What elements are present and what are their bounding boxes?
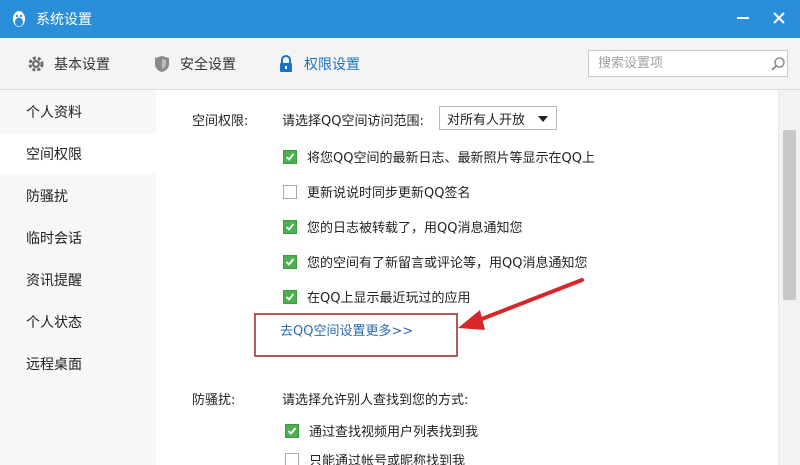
- anti-harassment-prompt: 请选择允许别人查找到您的方式:: [282, 393, 469, 408]
- option-label: 您的日志被转载了，用QQ消息通知您: [307, 221, 523, 236]
- check-icon: [285, 222, 295, 231]
- option-notify-repost[interactable]: 您的日志被转载了，用QQ消息通知您: [283, 217, 522, 236]
- check-icon: [285, 257, 295, 266]
- sidebar-item-personal-status[interactable]: 个人状态: [0, 302, 156, 342]
- gear-icon: [26, 54, 46, 74]
- search-icon[interactable]: [768, 51, 787, 76]
- close-icon: [773, 12, 785, 24]
- space-scope-value: 对所有人开放: [447, 112, 526, 128]
- sidebar-item-remote-desktop[interactable]: 远程桌面: [0, 344, 156, 384]
- option-show-latest-posts[interactable]: 将您QQ空间的最新日志、最新照片等显示在QQ上: [283, 147, 595, 166]
- tab-label: 安全设置: [180, 57, 236, 73]
- checkbox[interactable]: [283, 149, 297, 164]
- title-bar: 系统设置: [0, 0, 800, 38]
- sidebar-item-profile[interactable]: 个人资料: [0, 92, 156, 132]
- content-scrollbar[interactable]: [778, 90, 800, 465]
- sidebar-item-anti-harassment[interactable]: 防骚扰: [0, 176, 156, 216]
- annotation-arrow-icon: [458, 278, 584, 330]
- option-label: 通过查找视频用户列表找到我: [309, 425, 479, 440]
- lock-icon: [276, 54, 296, 74]
- tab-security-settings[interactable]: 安全设置: [152, 38, 236, 90]
- shield-icon: [152, 54, 172, 74]
- sidebar: 个人资料 空间权限 防骚扰 临时会话 资讯提醒 个人状态 远程桌面: [0, 90, 156, 465]
- checkbox[interactable]: [285, 423, 299, 438]
- option-label: 更新说说时同步更新QQ签名: [307, 186, 471, 201]
- settings-toolbar: 基本设置 安全设置 权限设置: [0, 38, 800, 90]
- tab-label: 权限设置: [304, 57, 360, 73]
- checkbox[interactable]: [283, 184, 297, 199]
- qq-penguin-icon: [8, 8, 30, 30]
- check-icon: [285, 152, 295, 161]
- minimize-icon: [737, 17, 749, 19]
- checkbox[interactable]: [285, 452, 299, 465]
- option-label: 您的空间有了新留言或评论等，用QQ消息通知您: [307, 256, 588, 271]
- tab-basic-settings[interactable]: 基本设置: [26, 38, 110, 90]
- space-permission-label: 空间权限:: [192, 114, 249, 129]
- option-find-by-video-list[interactable]: 通过查找视频用户列表找到我: [285, 421, 478, 440]
- minimize-button[interactable]: [730, 6, 756, 30]
- sidebar-item-news-reminder[interactable]: 资讯提醒: [0, 260, 156, 300]
- option-label: 只能通过帐号或昵称找到我: [309, 454, 466, 465]
- check-icon: [285, 292, 295, 301]
- chevron-down-icon: [538, 116, 548, 122]
- checkbox[interactable]: [283, 289, 297, 304]
- scrollbar-thumb[interactable]: [783, 130, 796, 300]
- option-find-by-account-only[interactable]: 只能通过帐号或昵称找到我: [285, 450, 465, 465]
- sidebar-item-temp-session[interactable]: 临时会话: [0, 218, 156, 258]
- anti-harassment-label: 防骚扰:: [192, 393, 236, 408]
- option-notify-comment[interactable]: 您的空间有了新留言或评论等，用QQ消息通知您: [283, 252, 587, 271]
- more-space-settings-link[interactable]: 去QQ空间设置更多>>: [280, 320, 413, 339]
- check-icon: [287, 426, 297, 435]
- tab-permission-settings[interactable]: 权限设置: [276, 38, 360, 90]
- close-button[interactable]: [766, 6, 792, 30]
- space-scope-select[interactable]: 对所有人开放: [439, 106, 557, 130]
- sidebar-item-space-permission[interactable]: 空间权限: [0, 134, 156, 174]
- space-scope-prompt: 请选择QQ空间访问范围:: [282, 114, 424, 129]
- search-box: [588, 50, 788, 77]
- tab-label: 基本设置: [54, 57, 110, 73]
- checkbox[interactable]: [283, 254, 297, 269]
- checkbox[interactable]: [283, 219, 297, 234]
- option-label: 将您QQ空间的最新日志、最新照片等显示在QQ上: [307, 151, 595, 166]
- option-sync-signature[interactable]: 更新说说时同步更新QQ签名: [283, 182, 470, 201]
- search-input[interactable]: [589, 51, 768, 76]
- window-title: 系统设置: [36, 12, 92, 28]
